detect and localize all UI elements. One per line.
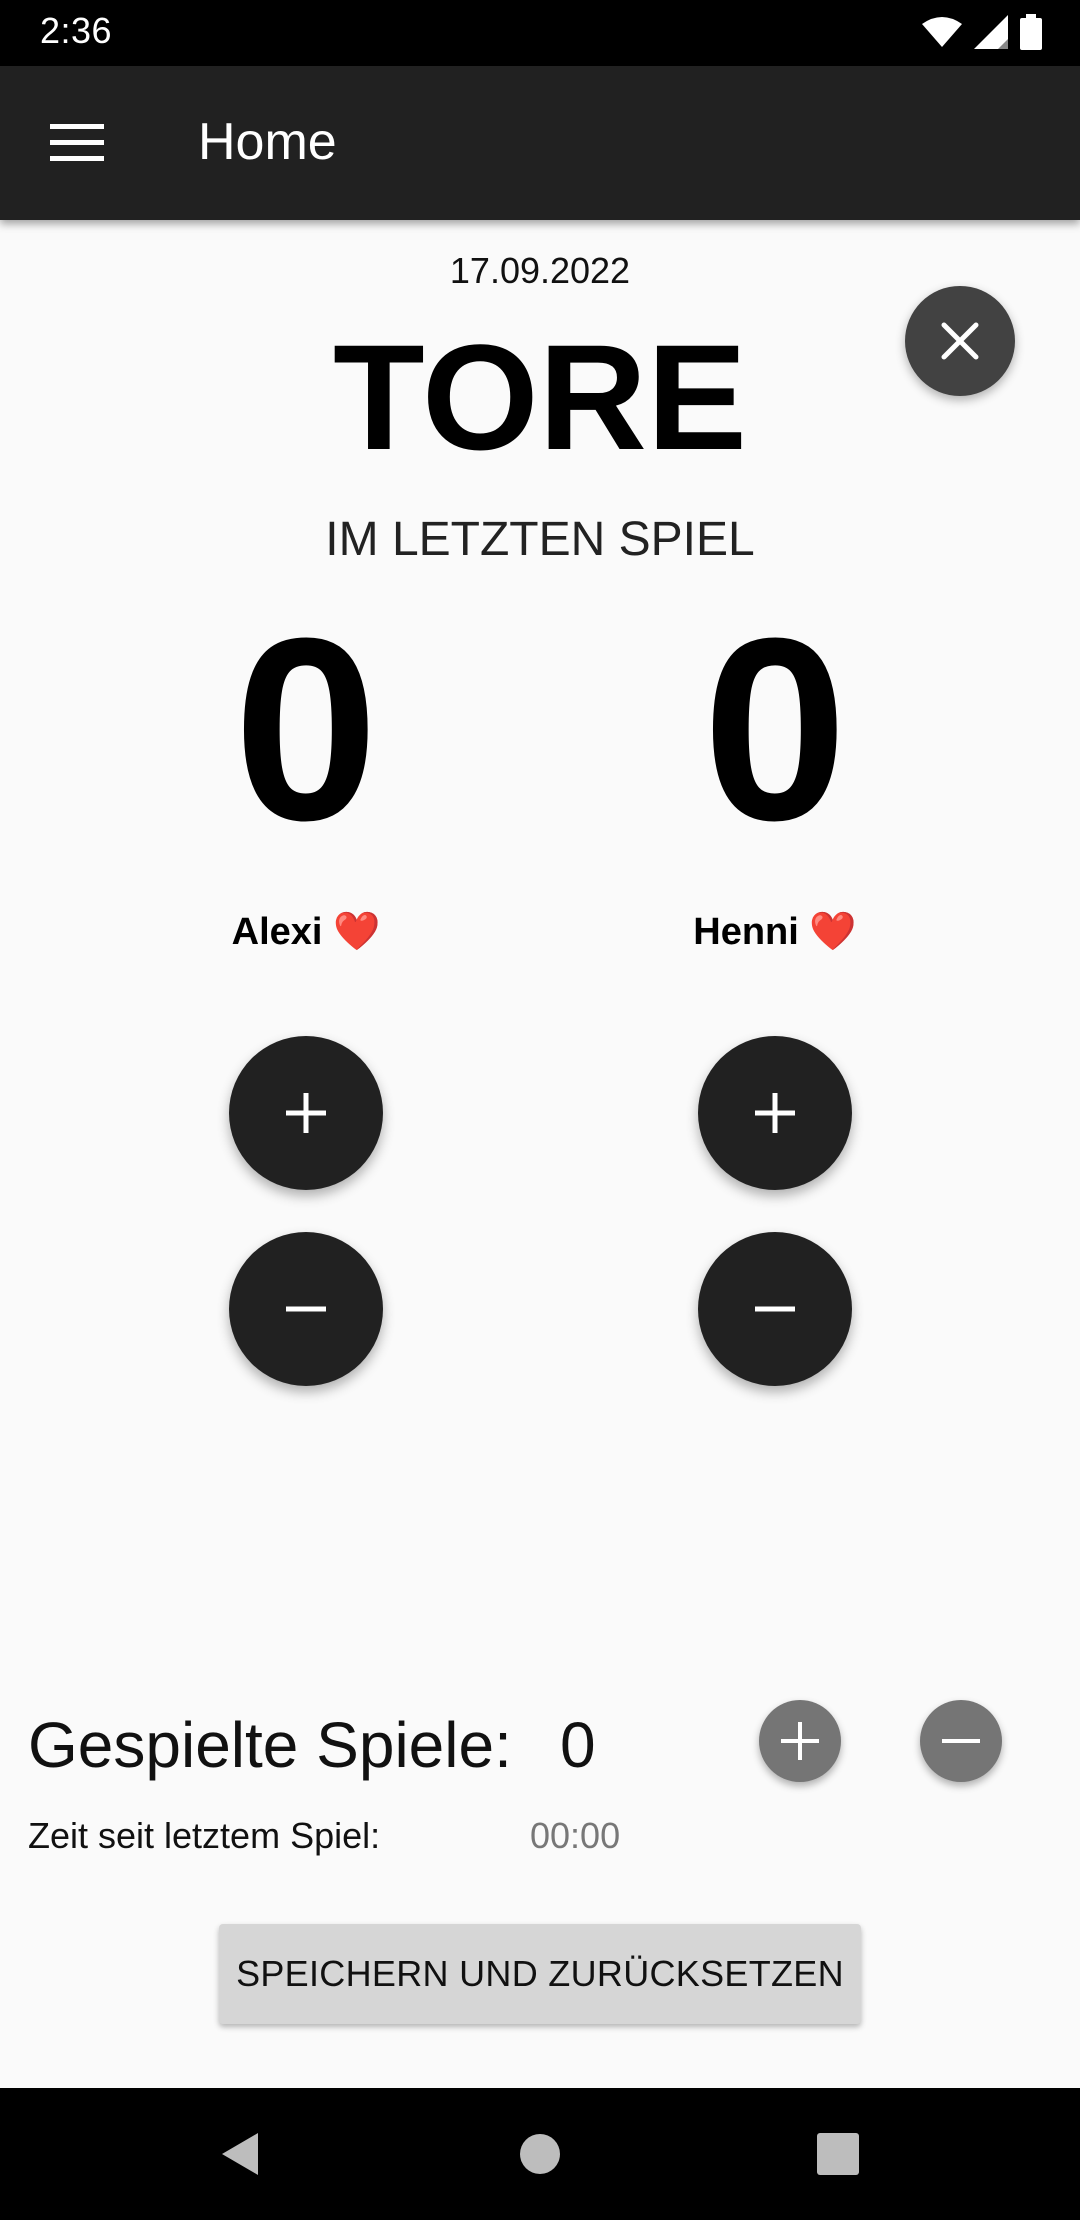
nav-back-button[interactable] xyxy=(200,2114,280,2194)
status-bar: 2:36 xyxy=(0,0,1080,66)
plus-icon xyxy=(286,1093,326,1133)
games-increment-button[interactable] xyxy=(759,1700,841,1782)
menu-button[interactable] xyxy=(30,110,124,176)
score-player-2: 0 xyxy=(702,585,848,875)
games-decrement-button[interactable] xyxy=(920,1700,1002,1782)
heart-icon: ❤️ xyxy=(809,911,857,953)
plus-icon xyxy=(781,1722,819,1760)
battery-icon xyxy=(1020,14,1042,50)
nav-recents-button[interactable] xyxy=(798,2114,878,2194)
games-played-count: 0 xyxy=(560,1709,596,1781)
time-since-label: Zeit seit letztem Spiel: xyxy=(28,1815,381,1856)
minus-icon xyxy=(755,1306,795,1312)
home-circle-icon xyxy=(520,2134,560,2174)
heart-icon: ❤️ xyxy=(333,911,381,953)
back-triangle-icon xyxy=(222,2133,258,2175)
plus-icon xyxy=(755,1093,795,1133)
headline: TORE xyxy=(333,313,747,481)
status-icons xyxy=(922,14,1042,50)
minus-icon xyxy=(942,1739,980,1743)
games-played-label: Gespielte Spiele: xyxy=(28,1709,512,1781)
wifi-icon xyxy=(922,17,962,47)
player-2-increment-button[interactable] xyxy=(698,1036,852,1190)
save-and-reset-button[interactable]: SPEICHERN UND ZURÜCKSETZEN xyxy=(219,1924,861,2024)
navigation-bar xyxy=(0,2088,1080,2220)
player-1-name-row: Alexi ❤️ xyxy=(146,910,466,954)
game-date: 17.09.2022 xyxy=(449,250,631,291)
player-1-increment-button[interactable] xyxy=(229,1036,383,1190)
player-1-decrement-button[interactable] xyxy=(229,1232,383,1386)
player-2-decrement-button[interactable] xyxy=(698,1232,852,1386)
recents-square-icon xyxy=(817,2133,859,2175)
nav-home-button[interactable] xyxy=(500,2114,580,2194)
hamburger-menu-icon xyxy=(50,124,104,161)
subheadline: IM LETZTEN SPIEL xyxy=(325,513,755,566)
page-title: Home xyxy=(198,113,337,171)
player-2-name-row: Henni ❤️ xyxy=(615,910,935,954)
score-player-1: 0 xyxy=(233,585,379,875)
player-2-name: Henni xyxy=(693,911,799,953)
minus-icon xyxy=(286,1306,326,1312)
status-time: 2:36 xyxy=(40,10,113,51)
time-since-value: 00:00 xyxy=(530,1815,621,1856)
cellular-signal-icon xyxy=(974,15,1008,49)
player-1-name: Alexi xyxy=(231,911,323,953)
app-bar: Home xyxy=(0,66,1080,220)
